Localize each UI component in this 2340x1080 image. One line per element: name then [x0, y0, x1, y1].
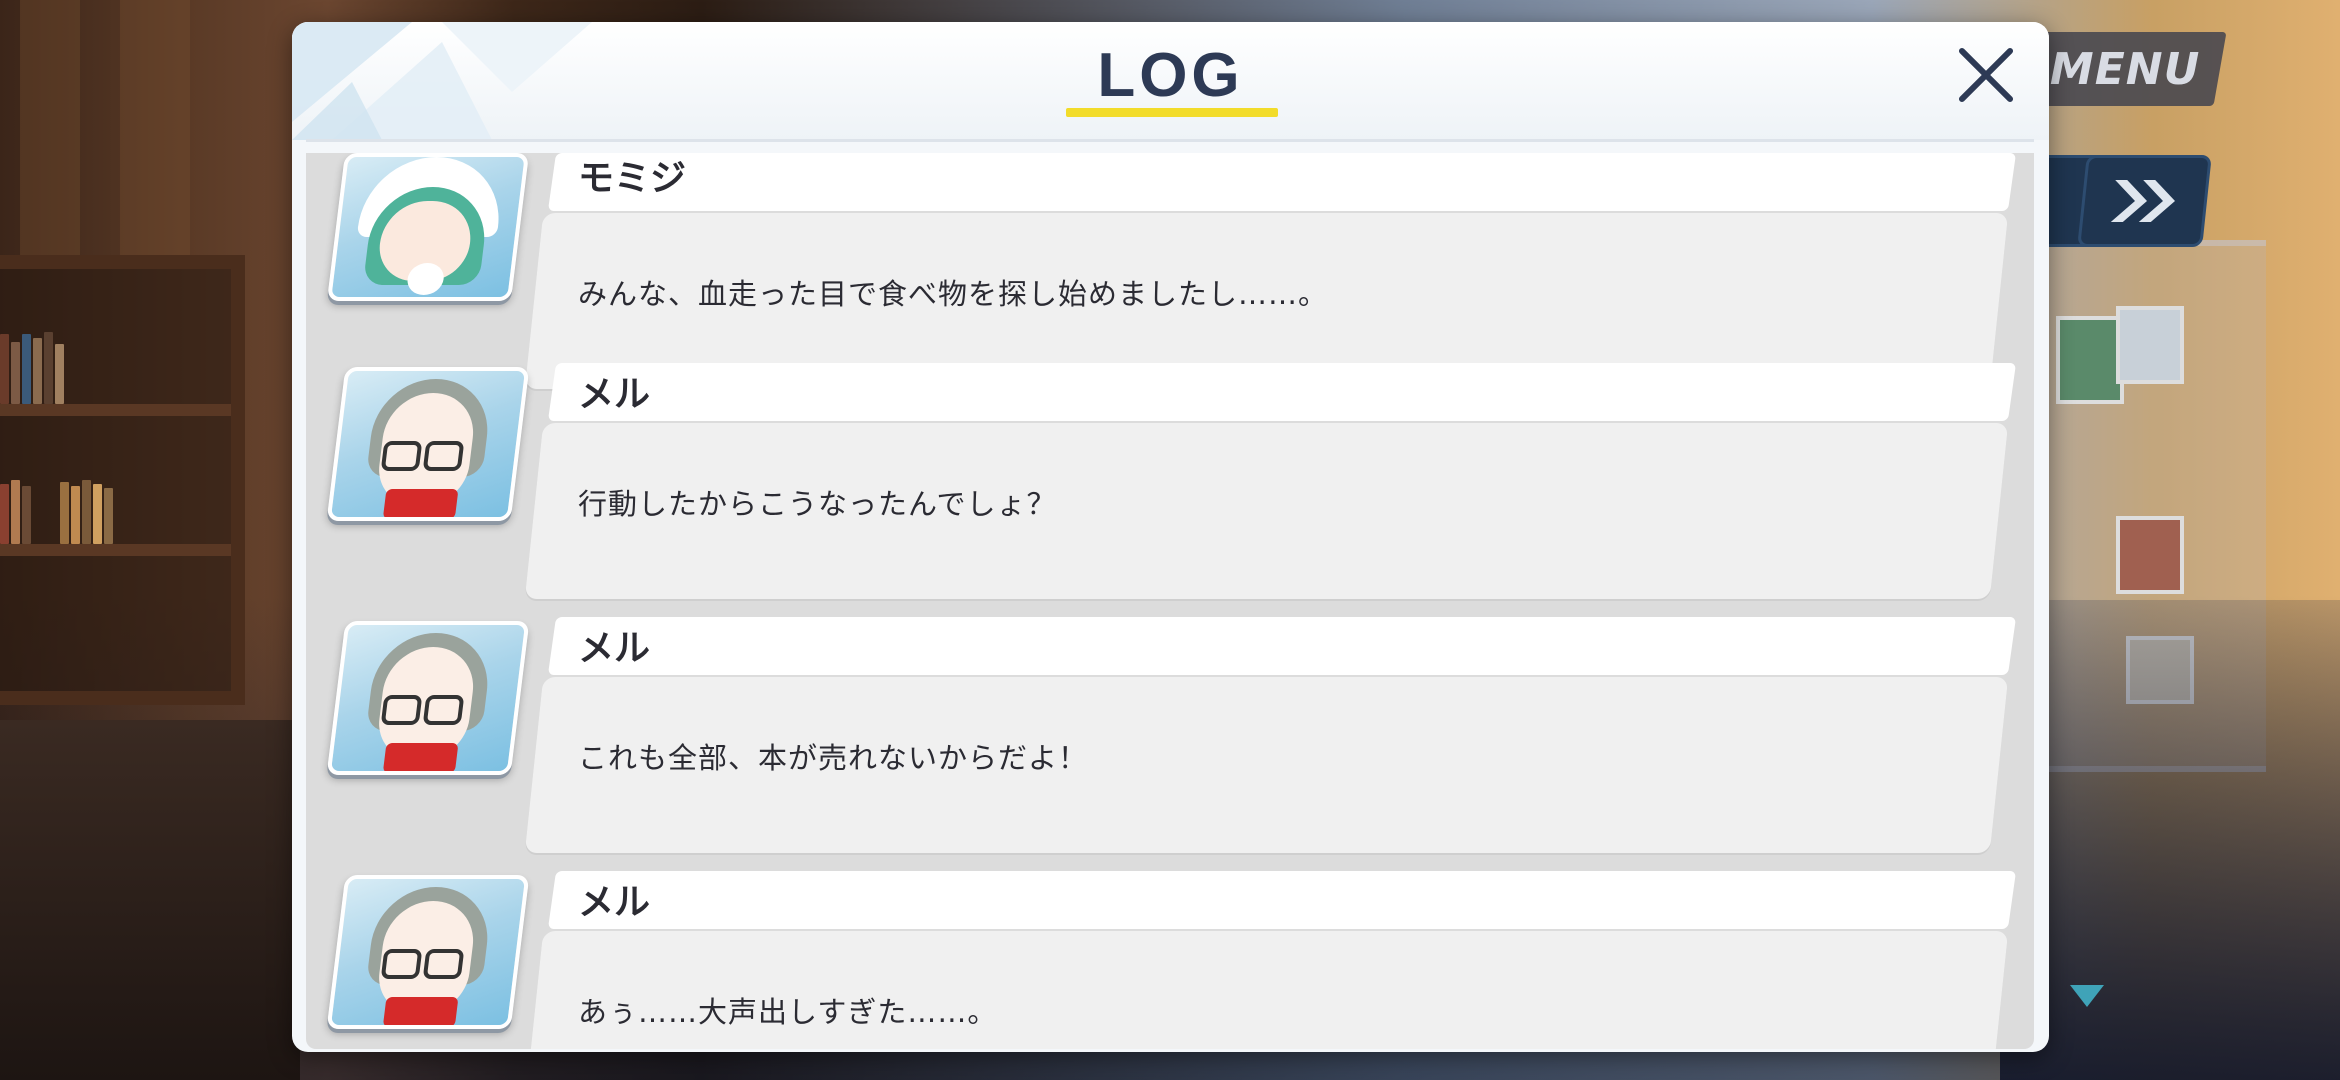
meru-portrait — [326, 367, 530, 521]
message-text: 行動したからこうなったんでしょ？ — [578, 487, 1057, 521]
scroll-down-indicator-icon — [2070, 985, 2104, 1007]
title-underline — [1066, 108, 1278, 117]
close-button[interactable] — [1950, 40, 2020, 110]
meru-portrait — [326, 621, 530, 775]
speaker-name: メル — [578, 374, 651, 415]
desk — [0, 720, 300, 1080]
bookshelf — [0, 255, 245, 705]
speaker-name: メル — [578, 882, 651, 923]
meru-portrait — [326, 875, 530, 1029]
log-header: LOG — [292, 22, 2049, 142]
log-title: LOG — [1097, 41, 1244, 110]
double-chevron-right-icon — [2110, 180, 2175, 222]
log-entry: メル あぅ……大声出しすぎた……。 — [306, 871, 2034, 1049]
menu-button[interactable]: MENU — [2023, 32, 2227, 106]
log-list[interactable]: モミジ みんな、血走った目で食べ物を探し始めましたし……。 メル 行動したからこ… — [306, 153, 2034, 1049]
speaker-name: メル — [578, 628, 651, 669]
wall-panel — [120, 0, 190, 260]
message-text: みんな、血走った目で食べ物を探し始めましたし……。 — [578, 277, 1329, 311]
momiji-portrait — [326, 153, 530, 301]
log-entry: メル 行動したからこうなったんでしょ？ — [306, 363, 2034, 599]
log-entry: モミジ みんな、血走った目で食べ物を探し始めましたし……。 — [306, 153, 2034, 389]
header-divider — [306, 139, 2034, 142]
speaker-name: モミジ — [578, 158, 687, 199]
log-panel: LOG モミジ みんな、血走った目で食べ物を探し始めましたし……。 メル 行動し… — [292, 22, 2049, 1052]
menu-label: MENU — [2049, 43, 2201, 95]
fast-forward-button[interactable] — [2077, 155, 2212, 247]
message-text: あぅ……大声出しすぎた……。 — [578, 995, 998, 1029]
wall-panel — [20, 0, 80, 260]
log-entry: メル これも全部、本が売れないからだよ！ — [306, 617, 2034, 853]
message-text: これも全部、本が売れないからだよ！ — [578, 741, 1089, 775]
floor-shadow — [2000, 600, 2340, 1080]
